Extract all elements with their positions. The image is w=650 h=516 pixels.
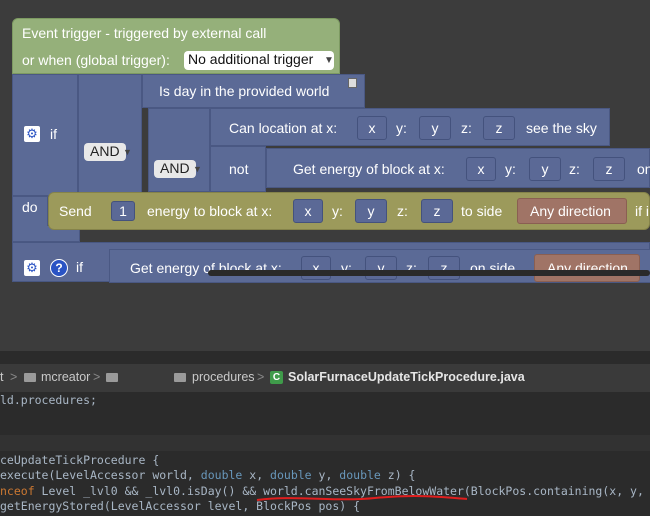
- and-operator-dropdown[interactable]: AND: [154, 160, 196, 178]
- and-block-outer[interactable]: AND ▼: [78, 74, 142, 196]
- y-slot[interactable]: y: [365, 256, 397, 280]
- and-block-inner[interactable]: AND ▼: [148, 108, 210, 192]
- energy-label: Get energy of block at x:: [293, 161, 445, 177]
- code-keyword: double: [339, 468, 381, 482]
- code-text: z) {: [380, 468, 416, 482]
- folder-icon: [24, 373, 36, 382]
- chevron-down-icon: ▼: [324, 55, 334, 66]
- x-slot[interactable]: x: [357, 116, 387, 140]
- z-label: z:: [461, 120, 472, 136]
- code-text: y,: [311, 468, 340, 482]
- y-label: y:: [396, 120, 407, 136]
- code-line[interactable]: execute(LevelAccessor world, double x, d…: [0, 468, 650, 482]
- global-trigger-dropdown[interactable]: No additional trigger: [184, 51, 334, 70]
- is-day-label: Is day in the provided world: [159, 83, 330, 99]
- y-slot[interactable]: y: [355, 199, 387, 223]
- get-energy-block[interactable]: Get energy of block at x: x y: y z: z on: [266, 148, 650, 188]
- event-trigger-block[interactable]: Event trigger - triggered by external ca…: [12, 18, 340, 74]
- gear-icon[interactable]: ⚙: [24, 260, 40, 276]
- breadcrumb: t > mcreator > procedures > C SolarFurna…: [0, 364, 650, 392]
- code-text: x,: [242, 468, 271, 482]
- send-label: Send: [59, 203, 92, 219]
- panel-divider[interactable]: [0, 351, 650, 364]
- if-label: if: [76, 259, 83, 275]
- z-label: z:: [397, 203, 408, 219]
- folder-icon: [174, 373, 186, 382]
- z-label: z:: [569, 161, 580, 177]
- code-line[interactable]: ceUpdateTickProcedure {: [0, 453, 650, 467]
- x-slot[interactable]: x: [301, 256, 331, 280]
- y-slot[interactable]: y: [529, 157, 561, 181]
- chevron-right-icon: >: [93, 370, 101, 384]
- amount-slot[interactable]: 1: [111, 201, 135, 221]
- chevron-right-icon: >: [10, 370, 18, 384]
- help-icon[interactable]: ?: [50, 259, 68, 277]
- code-line[interactable]: getEnergyStored(LevelAccessor level, Blo…: [0, 499, 650, 513]
- see-sky-label: see the sky: [526, 120, 597, 136]
- energy-tail: on: [637, 161, 650, 177]
- and-operator-dropdown[interactable]: AND: [84, 143, 126, 161]
- current-line-highlight: [0, 435, 650, 451]
- send-tail: if i: [635, 203, 649, 219]
- direction-dropdown[interactable]: Any direction: [517, 198, 627, 224]
- to-side-label: to side: [461, 203, 503, 219]
- chevron-right-icon: >: [257, 370, 265, 384]
- code-keyword: double: [200, 468, 243, 482]
- z-slot[interactable]: z: [593, 157, 625, 181]
- if-label: if: [50, 126, 57, 142]
- y-label: y:: [505, 161, 516, 177]
- send-mid-label: energy to block at x:: [147, 203, 273, 219]
- event-title: Event trigger - triggered by external ca…: [22, 25, 267, 41]
- can-location-label: Can location at x:: [229, 120, 338, 136]
- code-keyword: nceof: [0, 484, 35, 498]
- send-energy-block[interactable]: Send 1 energy to block at x: x y: y z: z…: [48, 192, 650, 230]
- breadcrumb-item[interactable]: mcreator: [41, 370, 90, 384]
- or-when-label: or when (global trigger):: [22, 52, 170, 68]
- code-keyword: double: [270, 468, 312, 482]
- code-text: getEnergyStored(LevelAccessor level, Blo…: [0, 499, 361, 513]
- not-block[interactable]: not: [210, 146, 266, 192]
- code-text: ceUpdateTickProcedure {: [0, 453, 160, 467]
- direction-dropdown[interactable]: Any direction: [534, 254, 640, 282]
- do-label: do: [22, 199, 38, 215]
- x-slot[interactable]: x: [466, 157, 496, 181]
- breadcrumb-item[interactable]: t: [0, 370, 3, 384]
- y-slot[interactable]: y: [419, 116, 451, 140]
- code-text: execute(LevelAccessor world,: [0, 468, 201, 482]
- z-slot[interactable]: z: [483, 116, 515, 140]
- code-text: ld.procedures;: [0, 393, 97, 407]
- gear-icon[interactable]: ⚙: [24, 126, 40, 142]
- breadcrumb-file[interactable]: SolarFurnaceUpdateTickProcedure.java: [288, 370, 525, 384]
- can-see-sky-block[interactable]: Can location at x: x y: y z: z see the s…: [210, 108, 610, 146]
- folder-icon: [106, 373, 118, 382]
- workspace-scrollbar[interactable]: [208, 270, 650, 276]
- comment-icon[interactable]: [348, 78, 357, 88]
- code-line[interactable]: ld.procedures;: [0, 393, 650, 407]
- z-slot[interactable]: z: [428, 256, 460, 280]
- x-slot[interactable]: x: [293, 199, 323, 223]
- breadcrumb-item[interactable]: procedures: [192, 370, 255, 384]
- not-label: not: [229, 161, 249, 177]
- chevron-down-icon: ▼: [193, 164, 202, 174]
- chevron-down-icon: ▼: [123, 147, 132, 157]
- java-class-icon: C: [270, 371, 283, 384]
- z-slot[interactable]: z: [421, 199, 453, 223]
- if-block-2[interactable]: ⚙ ? if Get energy of block at x: x y: y …: [12, 242, 650, 283]
- if-block[interactable]: ⚙ if: [12, 74, 78, 196]
- y-label: y:: [332, 203, 343, 219]
- get-energy-block-2[interactable]: Get energy of block at x: x y: y z: z on…: [109, 249, 650, 283]
- is-day-block[interactable]: Is day in the provided world: [142, 74, 365, 108]
- blockly-workspace[interactable]: Event trigger - triggered by external ca…: [0, 0, 650, 351]
